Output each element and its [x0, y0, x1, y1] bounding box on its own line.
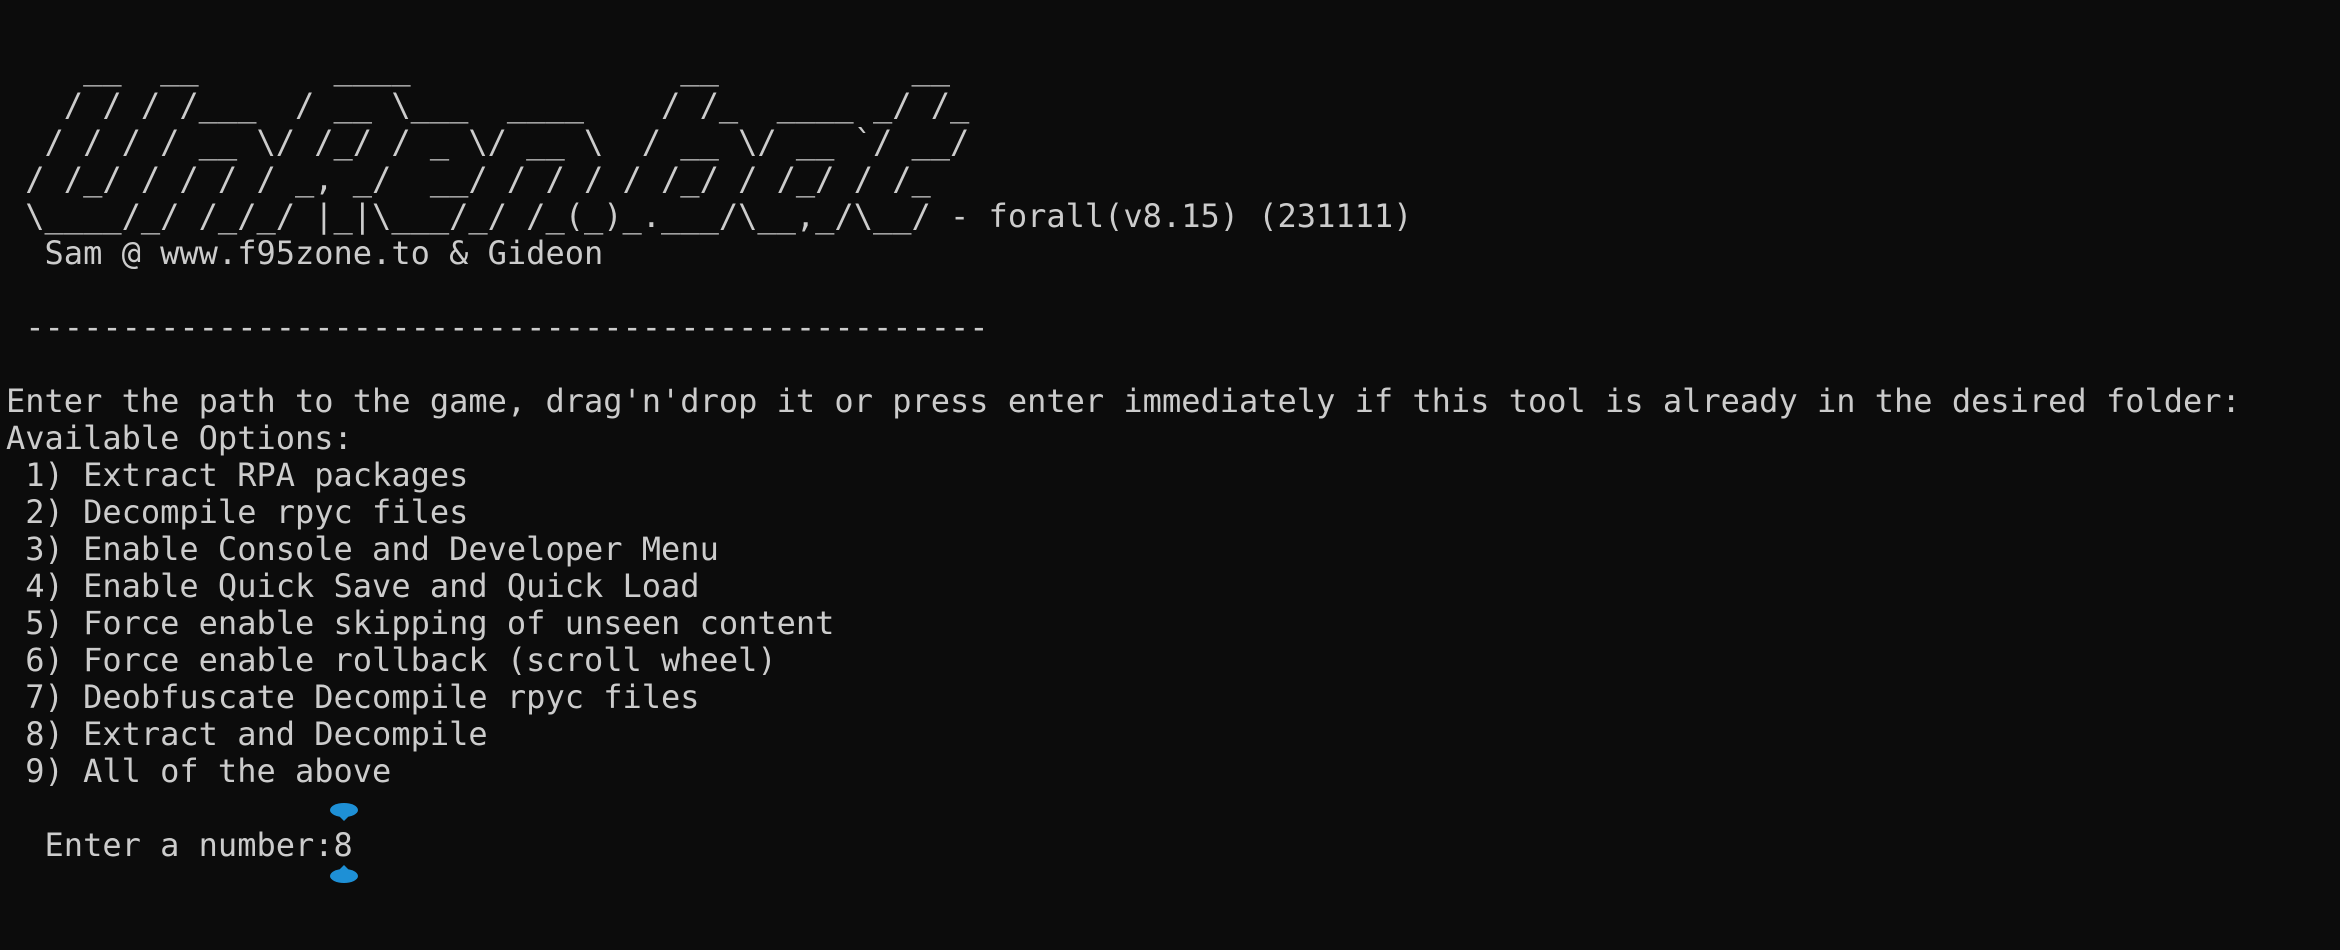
option-item: 7) Deobfuscate Decompile rpyc files	[6, 678, 700, 716]
banner-credits-line: Sam @ www.f95zone.to & Gideon	[6, 234, 604, 272]
number-input-value[interactable]: 8	[334, 826, 353, 864]
banner-line: / / / /___ / __ \___ ____ / /_ ____ _/ /…	[6, 86, 970, 124]
separator-line: ----------------------------------------…	[6, 308, 989, 346]
ascii-banner: __ __ ____ __ __ / / / /___ / __ \___ __…	[6, 50, 2340, 272]
option-item: 4) Enable Quick Save and Quick Load	[6, 567, 700, 605]
instruction-text: Enter the path to the game, drag'n'drop …	[6, 382, 2241, 420]
option-item: 6) Force enable rollback (scroll wheel)	[6, 641, 777, 679]
caret-selection-handle-icon[interactable]	[329, 864, 359, 884]
option-item: 5) Force enable skipping of unseen conte…	[6, 604, 835, 642]
banner-line: / / / / __ \/ /_/ / _ \/ __ \ / __ \/ __…	[6, 123, 970, 161]
caret-selection-handle-icon[interactable]	[329, 802, 359, 822]
options-header: Available Options:	[6, 419, 353, 457]
terminal-window[interactable]: __ __ ____ __ __ / / / /___ / __ \___ __…	[0, 0, 2340, 950]
prompt-label: Enter a number:	[6, 826, 334, 864]
option-item: 8) Extract and Decompile	[6, 715, 488, 753]
banner-line: __ __ ____ __ __	[6, 49, 951, 87]
option-item: 3) Enable Console and Developer Menu	[6, 530, 719, 568]
banner-line: / /_/ / / / / _, _/ __/ / / / / /_/ / /_…	[6, 160, 931, 198]
banner-version-line: \____/_/ /_/_/ |_|\___/_/ /_(_)_.___/\__…	[6, 197, 1413, 235]
option-item: 1) Extract RPA packages	[6, 456, 469, 494]
option-item: 9) All of the above	[6, 752, 392, 790]
number-prompt[interactable]: Enter a number:8	[6, 827, 2340, 864]
options-list: 1) Extract RPA packages 2) Decompile rpy…	[6, 457, 2340, 790]
option-item: 2) Decompile rpyc files	[6, 493, 469, 531]
